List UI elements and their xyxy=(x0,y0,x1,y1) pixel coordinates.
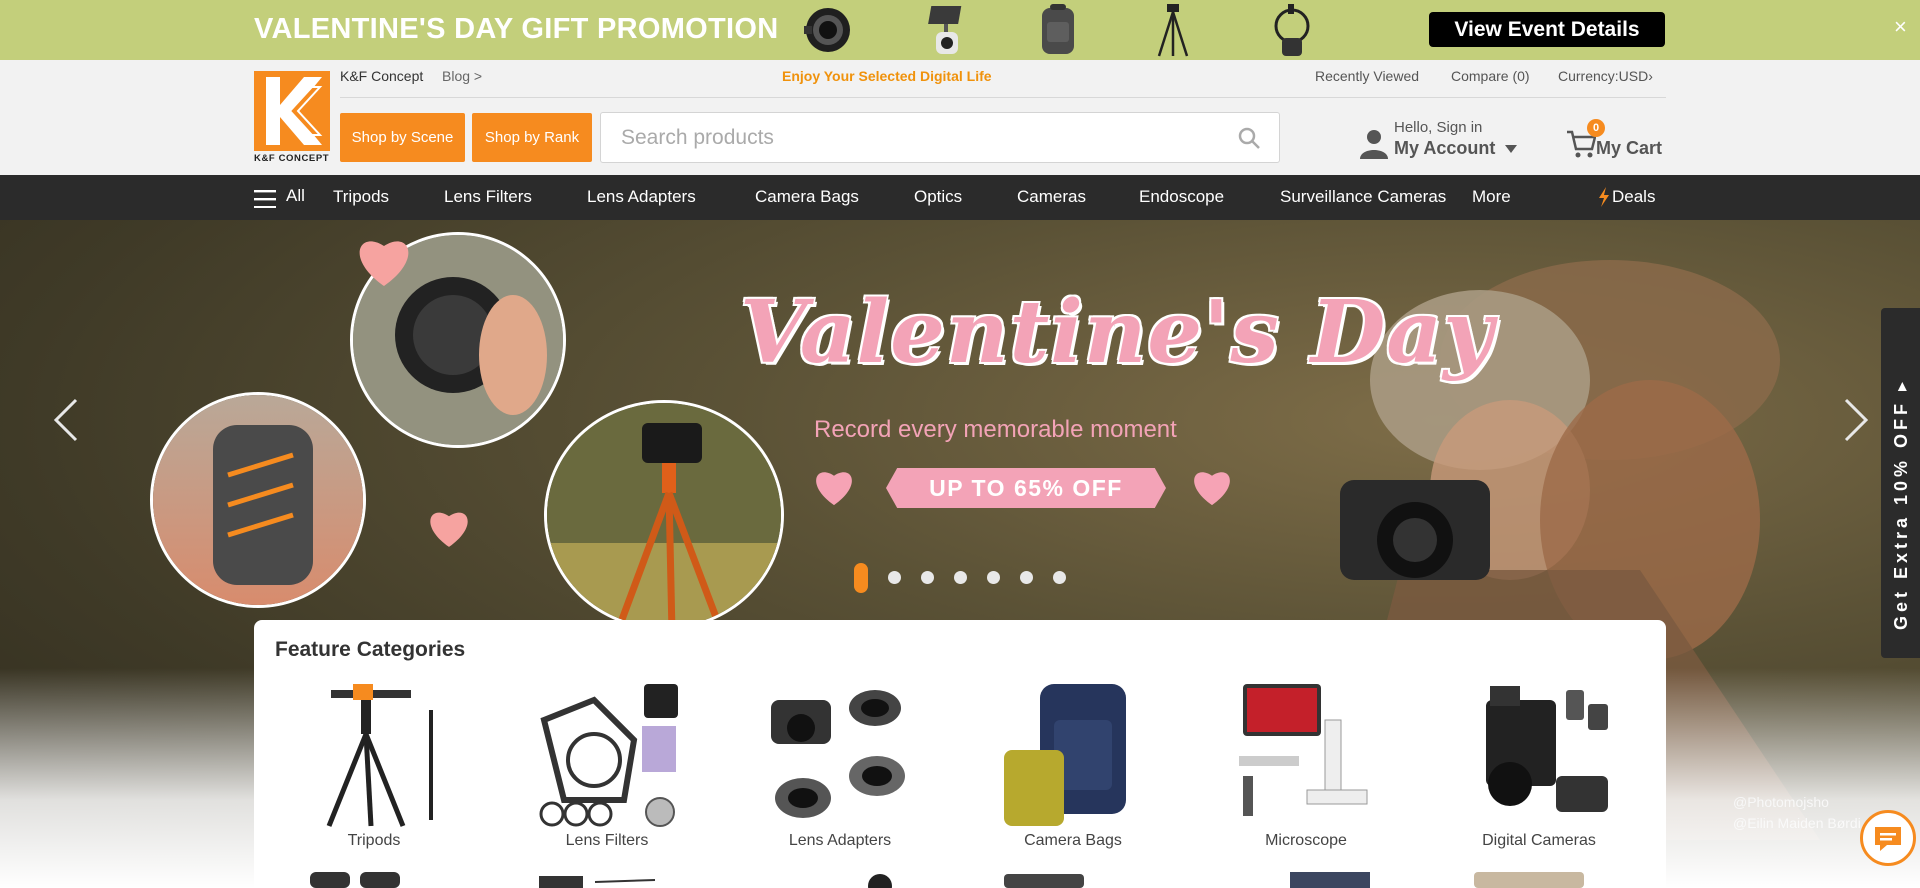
my-cart-label: My Cart xyxy=(1596,138,1663,158)
category-microscope[interactable]: Microscope xyxy=(1206,680,1396,850)
all-label: All xyxy=(286,186,305,205)
tripod-icon xyxy=(1157,4,1189,57)
hero-subtitle: Record every memorable moment xyxy=(814,416,1177,443)
binoculars-image xyxy=(310,872,400,888)
nav-camera-bags[interactable]: Camera Bags xyxy=(755,187,859,207)
carousel-dot[interactable] xyxy=(1053,571,1066,584)
category-label: Tripods xyxy=(347,832,401,849)
solar-camera-image xyxy=(1290,872,1370,888)
carousel-dot[interactable] xyxy=(921,571,934,584)
carousel-dot[interactable] xyxy=(954,571,967,584)
category-lens-adapters[interactable]: Lens Adapters xyxy=(740,680,930,850)
carousel-dot-active[interactable] xyxy=(854,563,868,593)
view-event-details-button[interactable]: View Event Details xyxy=(1429,12,1665,47)
feature-categories-title: Feature Categories xyxy=(275,638,466,661)
camera-bag-image xyxy=(1004,684,1126,826)
carousel-next-arrow[interactable] xyxy=(1842,398,1870,442)
category-label: Camera Bags xyxy=(1024,832,1122,849)
nav-lens-filters[interactable]: Lens Filters xyxy=(444,187,532,207)
compare-link[interactable]: Compare (0) xyxy=(1451,68,1530,84)
backpack-icon xyxy=(1042,4,1074,54)
category-label: Digital Cameras xyxy=(1482,832,1596,849)
heart-icon xyxy=(1194,472,1230,506)
backpack-image xyxy=(150,392,366,608)
deals-label: Deals xyxy=(1612,187,1656,206)
category-digital-cameras[interactable]: Digital Cameras xyxy=(1439,680,1629,850)
header-divider xyxy=(340,97,1666,98)
photo-credit: @Photomojsho @Eilin Maiden Børdi xyxy=(1733,792,1861,834)
cart-count-badge: 0 xyxy=(1587,119,1605,137)
search-icon[interactable] xyxy=(1237,126,1261,150)
endoscope-image xyxy=(539,876,656,888)
category-label: Microscope xyxy=(1265,832,1347,849)
user-icon xyxy=(1360,130,1388,159)
main-nav: All Tripods Lens Filters Lens Adapters C… xyxy=(0,175,1920,220)
surveillance-camera-icon xyxy=(928,6,962,54)
blog-link[interactable]: Blog > xyxy=(442,68,482,84)
search-bar[interactable] xyxy=(600,112,1280,163)
digital-camera-image xyxy=(1486,686,1608,812)
category-camera-bags[interactable]: Camera Bags xyxy=(973,680,1163,850)
promo-title: VALENTINE'S DAY GIFT PROMOTION xyxy=(254,13,779,45)
my-account-label: My Account xyxy=(1394,138,1496,158)
nav-optics[interactable]: Optics xyxy=(914,187,962,207)
carousel-dot[interactable] xyxy=(1020,571,1033,584)
logo-text: K&F CONCEPT xyxy=(254,153,330,164)
chevron-down-icon xyxy=(1505,145,1517,153)
camera-image xyxy=(1004,874,1084,888)
category-label: Lens Filters xyxy=(565,832,649,849)
nav-tripods[interactable]: Tripods xyxy=(333,187,389,207)
brand-link[interactable]: K&F Concept xyxy=(340,68,423,84)
lightning-icon xyxy=(1599,187,1609,207)
feature-categories-panel: Feature Categories Tripods Lens Filters … xyxy=(254,620,1666,888)
currency-selector[interactable]: Currency:USD› xyxy=(1558,68,1653,84)
category-lens-filters[interactable]: Lens Filters xyxy=(507,680,697,850)
photo-credit-2: @Eilin Maiden Børdi xyxy=(1733,815,1861,831)
category-tripods[interactable]: Tripods xyxy=(274,680,464,850)
tagline-text: Enjoy Your Selected Digital Life xyxy=(782,68,992,84)
extra-discount-label: Get Extra 10% OFF ▸ xyxy=(1891,377,1911,630)
hamburger-icon xyxy=(254,190,276,208)
nav-surveillance-cameras[interactable]: Surveillance Cameras xyxy=(1280,187,1446,207)
heart-icon xyxy=(359,241,409,286)
chat-icon xyxy=(1875,827,1901,851)
lens-adapter-icon xyxy=(804,8,850,52)
kf-concept-logo[interactable] xyxy=(254,71,330,163)
recently-viewed-link[interactable]: Recently Viewed xyxy=(1315,68,1419,84)
photo-credit-1: @Photomojsho xyxy=(1733,794,1829,810)
nav-cameras[interactable]: Cameras xyxy=(1017,187,1086,207)
shop-by-scene-button[interactable]: Shop by Scene xyxy=(340,113,465,162)
nav-endoscope[interactable]: Endoscope xyxy=(1139,187,1224,207)
promo-banner[interactable]: VALENTINE'S DAY GIFT PROMOTION View Even… xyxy=(0,0,1920,60)
hero-title: Valentine's Day xyxy=(740,282,1495,383)
tripod-image xyxy=(544,400,784,630)
nav-lens-adapters[interactable]: Lens Adapters xyxy=(587,187,696,207)
lens-filter-image xyxy=(539,684,678,827)
lens-adapter-image xyxy=(771,690,905,818)
carousel-prev-arrow[interactable] xyxy=(52,398,80,442)
heart-icon xyxy=(430,512,468,547)
account-menu[interactable]: Hello, Sign in My Account xyxy=(1358,117,1518,162)
heart-icon xyxy=(816,472,852,506)
nav-more[interactable]: More xyxy=(1472,187,1511,207)
cart-button[interactable]: 0 My Cart xyxy=(1566,117,1666,162)
search-input[interactable] xyxy=(621,125,1201,151)
close-icon[interactable]: × xyxy=(1894,14,1907,40)
discount-badge: UP TO 65% OFF xyxy=(886,468,1166,508)
endoscope-icon xyxy=(1274,4,1310,56)
shop-by-rank-button[interactable]: Shop by Rank xyxy=(472,113,592,162)
extra-discount-tab[interactable]: Get Extra 10% OFF ▸ xyxy=(1881,308,1920,658)
sign-in-text: Hello, Sign in xyxy=(1394,119,1483,136)
carousel-dot[interactable] xyxy=(888,571,901,584)
surveillance-camera-image xyxy=(1474,872,1584,888)
optics-image xyxy=(868,874,892,888)
microscope-image xyxy=(1239,684,1368,816)
carousel-dot[interactable] xyxy=(987,571,1000,584)
tripod-image xyxy=(326,684,433,827)
live-chat-button[interactable] xyxy=(1860,810,1916,866)
category-label: Lens Adapters xyxy=(788,832,892,849)
